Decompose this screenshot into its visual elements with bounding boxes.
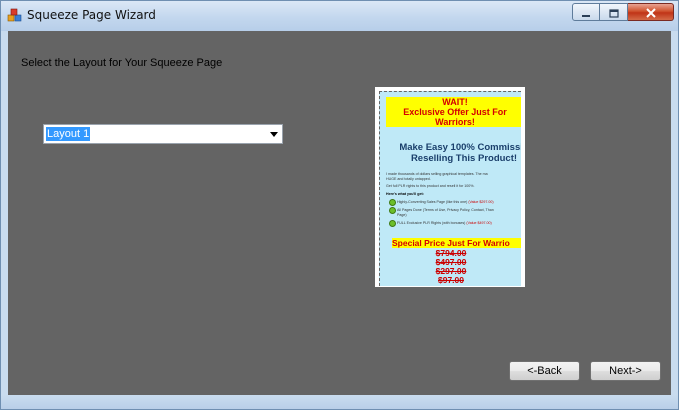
layout-select-value: Layout 1 — [46, 127, 91, 141]
preview-bullet-line: Page) — [397, 213, 407, 217]
minimize-icon — [581, 3, 591, 22]
chevron-down-icon[interactable] — [270, 132, 278, 137]
maximize-button[interactable] — [600, 3, 628, 21]
caption-buttons — [572, 3, 674, 23]
preview-bullet-text: Highly-Converting Sales Page (like this … — [397, 200, 468, 204]
app-icon — [7, 8, 23, 24]
preview-price: $97.00 — [438, 275, 464, 285]
preview-intro-line: HUGE and totally untapped. — [386, 177, 431, 181]
preview-wait-line: Warriors! — [435, 117, 475, 127]
preview-bullet: Highly-Converting Sales Page (like this … — [397, 200, 494, 205]
preview-headline-line: Reselling This Product! — [410, 153, 518, 164]
next-button[interactable]: Next-> — [590, 361, 661, 381]
preview-bullet-value: (Value $297.00) — [468, 200, 494, 204]
window-title: Squeeze Page Wizard — [27, 8, 156, 22]
preview-rights-line: Get full PLR rights to this product and … — [386, 184, 475, 188]
layout-select[interactable]: Layout 1 — [43, 124, 283, 144]
preview-page: WAIT! Exclusive Offer Just For Warriors!… — [379, 91, 521, 286]
check-bullet-icon — [389, 220, 396, 227]
preview-wait-line: Exclusive Offer Just For — [403, 107, 507, 117]
preview-bullet: FULL Exclusive PLR Rights (with bonuses)… — [397, 221, 492, 226]
title-bar[interactable]: Squeeze Page Wizard — [1, 1, 678, 31]
preview-headline: Make Easy 100% Commissio Reselling This … — [384, 142, 521, 164]
preview-intro-line: I made thousands of dollars selling grap… — [386, 172, 488, 176]
maximize-icon — [608, 3, 619, 22]
check-bullet-icon — [389, 207, 396, 214]
instruction-label: Select the Layout for Your Squeeze Page — [21, 57, 223, 69]
wizard-window: Squeeze Page Wizard Select the Layout fo… — [0, 0, 679, 410]
layout-preview: WAIT! Exclusive Offer Just For Warriors!… — [375, 87, 525, 287]
wizard-panel: Select the Layout for Your Squeeze Page … — [8, 31, 671, 395]
preview-get-heading: Here's what you'll get: — [386, 192, 424, 196]
close-button[interactable] — [628, 3, 674, 21]
preview-bullet-text: FULL Exclusive PLR Rights (with bonuses) — [397, 221, 466, 225]
window-bottom-frame — [1, 395, 678, 409]
minimize-button[interactable] — [572, 3, 600, 21]
back-button[interactable]: <-Back — [509, 361, 580, 381]
check-bullet-icon — [389, 199, 396, 206]
preview-bullet-line: All Pages Done (Terms of Use, Privacy Po… — [397, 208, 494, 212]
preview-special-price: Special Price Just For Warrio — [392, 238, 521, 248]
preview-headline-line: Make Easy 100% Commissio — [399, 142, 521, 153]
preview-bullet-value: (Value $497.00) — [466, 221, 492, 225]
preview-wait-banner: WAIT! Exclusive Offer Just For Warriors! — [386, 97, 521, 127]
close-icon — [645, 3, 657, 22]
preview-wait-line: WAIT! — [442, 97, 468, 107]
